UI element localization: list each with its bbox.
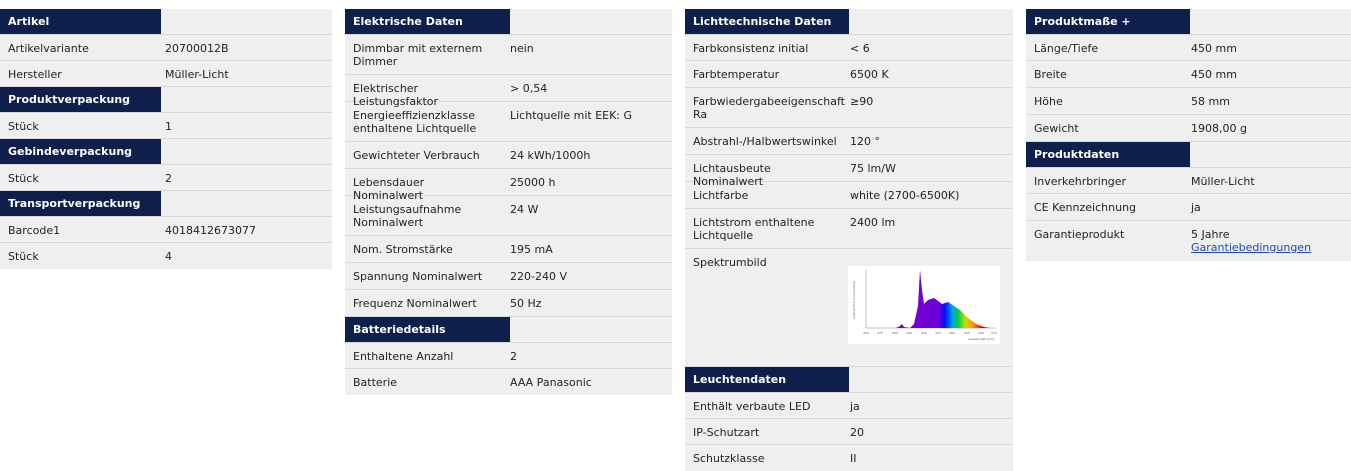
spectrum-ylabel: relative Flux [normalized] [852, 281, 856, 319]
table-row: Leistungsaufnahme Nominalwert 24 W [345, 196, 672, 236]
column-elektrische-daten: Elektrische Daten Dimmbar mit externem D… [345, 9, 672, 395]
spectrum-tick: 475 [935, 331, 941, 335]
spectrum-tick: 500 [949, 331, 955, 335]
table-row: Inverkehrbringer Müller-Licht [1026, 168, 1351, 194]
table-row: Schutzklasse II [693, 452, 857, 465]
table-row: Energieeffizienzklasse enthaltene Lichtq… [345, 102, 672, 142]
table-row: Spannung Nominalwert 220-240 V [345, 263, 672, 290]
section-header-produktmasse-gewicht: Produktmaße + Gewicht [1026, 9, 1351, 54]
table-row: Lebensdauer Nominalwert 25000 h [345, 169, 672, 202]
table-row: Frequenz Nominalwert 50 Hz [345, 290, 672, 317]
section-header-gebindeverpackung: Gebindeverpackung [0, 139, 332, 165]
section-header-produktdaten: Produktdaten [1026, 142, 1351, 168]
table-row: Nom. Stromstärke 195 mA [345, 236, 672, 263]
table-row: Lichtfarbe white (2700-6500K) [685, 182, 1013, 209]
spectrum-image: relative Flux [normalized] 250 275 300 4… [848, 266, 1000, 344]
table-row: CE Kennzeichnung ja [1026, 194, 1351, 221]
spectrum-tick: 450 [921, 331, 927, 335]
table-row: Lichtausbeute Nominalwert 75 lm/W [685, 155, 1013, 188]
spectrum-tick: 550 [978, 331, 984, 335]
section-header-elektrische-daten: Elektrische Daten [345, 9, 672, 35]
column-produktmasse: Produktmaße + Gewicht Länge/Tiefe 450 mm … [1026, 9, 1351, 261]
table-row: IP-Schutzart 20 [685, 419, 1013, 445]
table-row: Enthaltene Anzahl 2 [345, 343, 672, 369]
section-header-produktverpackung: Produktverpackung [0, 87, 332, 113]
table-row: Farbtemperatur 6500 K [685, 61, 1013, 88]
table-row: Hersteller Müller-Licht [0, 61, 332, 87]
table-row: Abstrahl-/Halbwertswinkel 120 ° [685, 128, 1013, 155]
table-row: Länge/Tiefe 450 mm [1026, 35, 1351, 61]
spectrum-tick: 525 [964, 331, 970, 335]
table-row: Garantieprodukt 5 Jahre Garantiebedingun… [1026, 221, 1351, 261]
table-row: Stück 1 [0, 113, 332, 139]
column-lichttechnische-daten: Lichttechnische Daten Farbkonsistenz ini… [685, 9, 1013, 471]
section-header-transportverpackung: Transportverpackung [0, 191, 332, 217]
table-row: Breite 450 mm [1026, 61, 1351, 88]
spectrum-tick: 300 [892, 331, 898, 335]
spectrum-tick: 575 [991, 331, 997, 335]
column-artikel: Artikel Artikelvariante 20700012B Herstel… [0, 9, 332, 269]
table-row: Enthält verbaute LED ja [685, 393, 1013, 419]
warranty-value: 5 Jahre [1191, 228, 1230, 241]
spectrum-tick: 250 [863, 331, 869, 335]
spectrum-tick: 275 [877, 331, 883, 335]
section-header-artikel: Artikel [0, 9, 332, 35]
table-row: Stück 4 [8, 250, 172, 263]
table-row: Farbwiedergabeeigenschaft Ra ≥90 [685, 88, 1013, 128]
table-row-spektrumbild: Spektrumbild relative Flux [normalized] … [685, 249, 1013, 367]
table-row: Batterie AAA Panasonic [353, 376, 592, 389]
section-header-leuchtendaten: Leuchtendaten [685, 367, 1013, 393]
table-row: Gewicht 1908,00 g [1026, 115, 1351, 142]
warranty-terms-link[interactable]: Garantiebedingungen [1191, 241, 1311, 254]
spectrum-xlabel: wavelength [nm] [968, 337, 994, 341]
table-row: Höhe 58 mm [1026, 88, 1351, 115]
table-row: Stück 2 [0, 165, 332, 191]
table-row: Gewichteter Verbrauch 24 kWh/1000h [345, 142, 672, 169]
table-row: Dimmbar mit externem Dimmer nein [345, 35, 672, 75]
table-row: Artikelvariante 20700012B [0, 35, 332, 61]
spectrum-tick: 425 [906, 331, 912, 335]
table-row: Lichtstrom enthaltene Lichtquelle 2400 lm [685, 209, 1013, 249]
table-row: Barcode1 4018412673077 [0, 217, 332, 243]
section-header-batteriedetails: Batteriedetails [345, 317, 672, 343]
table-row: Elektrischer Leistungsfaktor > 0,54 [345, 75, 672, 108]
table-row: Farbkonsistenz initial < 6 [685, 35, 1013, 61]
section-header-lichttechnische-daten: Lichttechnische Daten [685, 9, 1013, 35]
